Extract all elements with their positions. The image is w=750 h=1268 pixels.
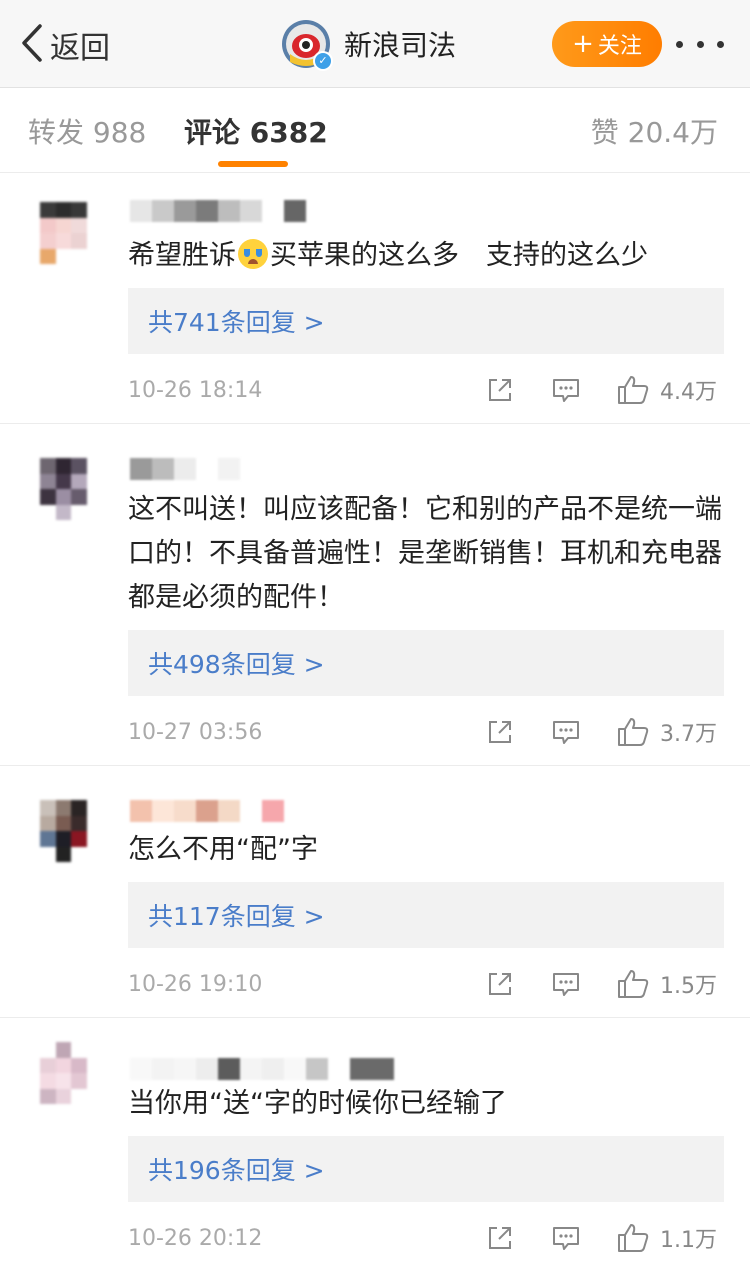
comment-icon[interactable] — [546, 1220, 586, 1256]
comment-item: 怎么不用“配”字 共117条回复 > 10-26 19:10 1.5万 — [0, 766, 750, 1018]
tab-comment[interactable]: 评论 6382 — [184, 111, 328, 151]
thumbs-up-icon — [618, 718, 649, 746]
like-button[interactable]: 1.1万 — [616, 1220, 717, 1256]
like-count: 3.7万 — [660, 722, 717, 747]
comment-text: 当你用“送“字的时候你已经输了 — [128, 1088, 507, 1119]
comment-text: 怎么不用“配”字 — [128, 834, 318, 865]
comment-timestamp: 10-26 19:10 — [128, 972, 263, 997]
more-options-icon[interactable] — [676, 30, 724, 58]
tab-repost[interactable]: 转发 988 — [28, 111, 146, 151]
view-replies-button[interactable]: 共117条回复 > — [128, 882, 724, 948]
follow-label: 关注 — [597, 34, 642, 59]
comment-icon[interactable] — [546, 714, 586, 750]
view-replies-button[interactable]: 共196条回复 > — [128, 1136, 724, 1202]
avatar[interactable] — [40, 1042, 102, 1104]
avatar[interactable] — [40, 202, 102, 264]
share-icon[interactable] — [480, 714, 520, 750]
like-count: 4.4万 — [660, 380, 717, 405]
comment-icon[interactable] — [546, 372, 586, 408]
top-nav-bar: 返回 ✓ 新浪司法 + 关注 — [0, 0, 750, 88]
comment-meta: 10-27 03:56 3.7万 — [128, 714, 724, 754]
comment-text: 希望胜诉 买苹果的这么多 支持的这么少 — [128, 239, 648, 271]
back-button[interactable]: 返回 — [18, 20, 110, 70]
comment-timestamp: 10-26 20:12 — [128, 1226, 263, 1251]
follow-button[interactable]: + 关注 — [552, 21, 662, 67]
like-count: 1.5万 — [660, 974, 717, 999]
comment-timestamp: 10-27 03:56 — [128, 720, 263, 745]
tab-like[interactable]: 赞 20.4万 — [591, 111, 718, 151]
back-label: 返回 — [50, 31, 110, 66]
comment-icon[interactable] — [546, 966, 586, 1002]
share-icon[interactable] — [480, 372, 520, 408]
username-redacted[interactable] — [130, 458, 240, 480]
like-button[interactable]: 3.7万 — [616, 714, 717, 750]
thumbs-up-icon — [618, 376, 649, 404]
comment-meta: 10-26 20:12 1.1万 — [128, 1220, 724, 1260]
comment-timestamp: 10-26 18:14 — [128, 378, 263, 403]
tab-bar: 转发 988 评论 6382 赞 20.4万 — [0, 89, 750, 173]
like-count: 1.1万 — [660, 1228, 717, 1253]
comment-meta: 10-26 18:14 4.4万 — [128, 372, 724, 412]
plus-icon: + — [572, 29, 594, 59]
active-tab-indicator — [218, 161, 288, 167]
account-name[interactable]: 新浪司法 — [344, 24, 456, 64]
share-icon[interactable] — [480, 966, 520, 1002]
crying-emoji-icon — [238, 239, 268, 269]
avatar[interactable] — [40, 458, 102, 520]
account-avatar[interactable]: ✓ — [282, 20, 333, 71]
like-button[interactable]: 1.5万 — [616, 966, 717, 1002]
view-replies-button[interactable]: 共741条回复 > — [128, 288, 724, 354]
username-redacted[interactable] — [130, 1058, 394, 1080]
comment-text: 这不叫送！叫应该配备！它和别的产品不是统一端口的！不具备普遍性！是垄断销售！耳机… — [128, 494, 722, 613]
comment-item: 这不叫送！叫应该配备！它和别的产品不是统一端口的！不具备普遍性！是垄断销售！耳机… — [0, 424, 750, 766]
avatar[interactable] — [40, 800, 102, 862]
share-icon[interactable] — [480, 1220, 520, 1256]
chevron-left-icon — [18, 22, 46, 68]
username-redacted[interactable] — [130, 200, 306, 222]
comment-meta: 10-26 19:10 1.5万 — [128, 966, 724, 1006]
account-header[interactable]: ✓ 新浪司法 — [282, 18, 456, 71]
view-replies-button[interactable]: 共498条回复 > — [128, 630, 724, 696]
username-redacted[interactable] — [130, 800, 284, 822]
verified-badge-icon: ✓ — [313, 51, 333, 71]
comment-item: 当你用“送“字的时候你已经输了 共196条回复 > 10-26 20:12 1.… — [0, 1018, 750, 1268]
like-button[interactable]: 4.4万 — [616, 372, 717, 408]
thumbs-up-icon — [618, 970, 649, 998]
comment-item: 希望胜诉 买苹果的这么多 支持的这么少 共741条回复 > 10-26 18:14… — [0, 174, 750, 424]
thumbs-up-icon — [618, 1224, 649, 1252]
